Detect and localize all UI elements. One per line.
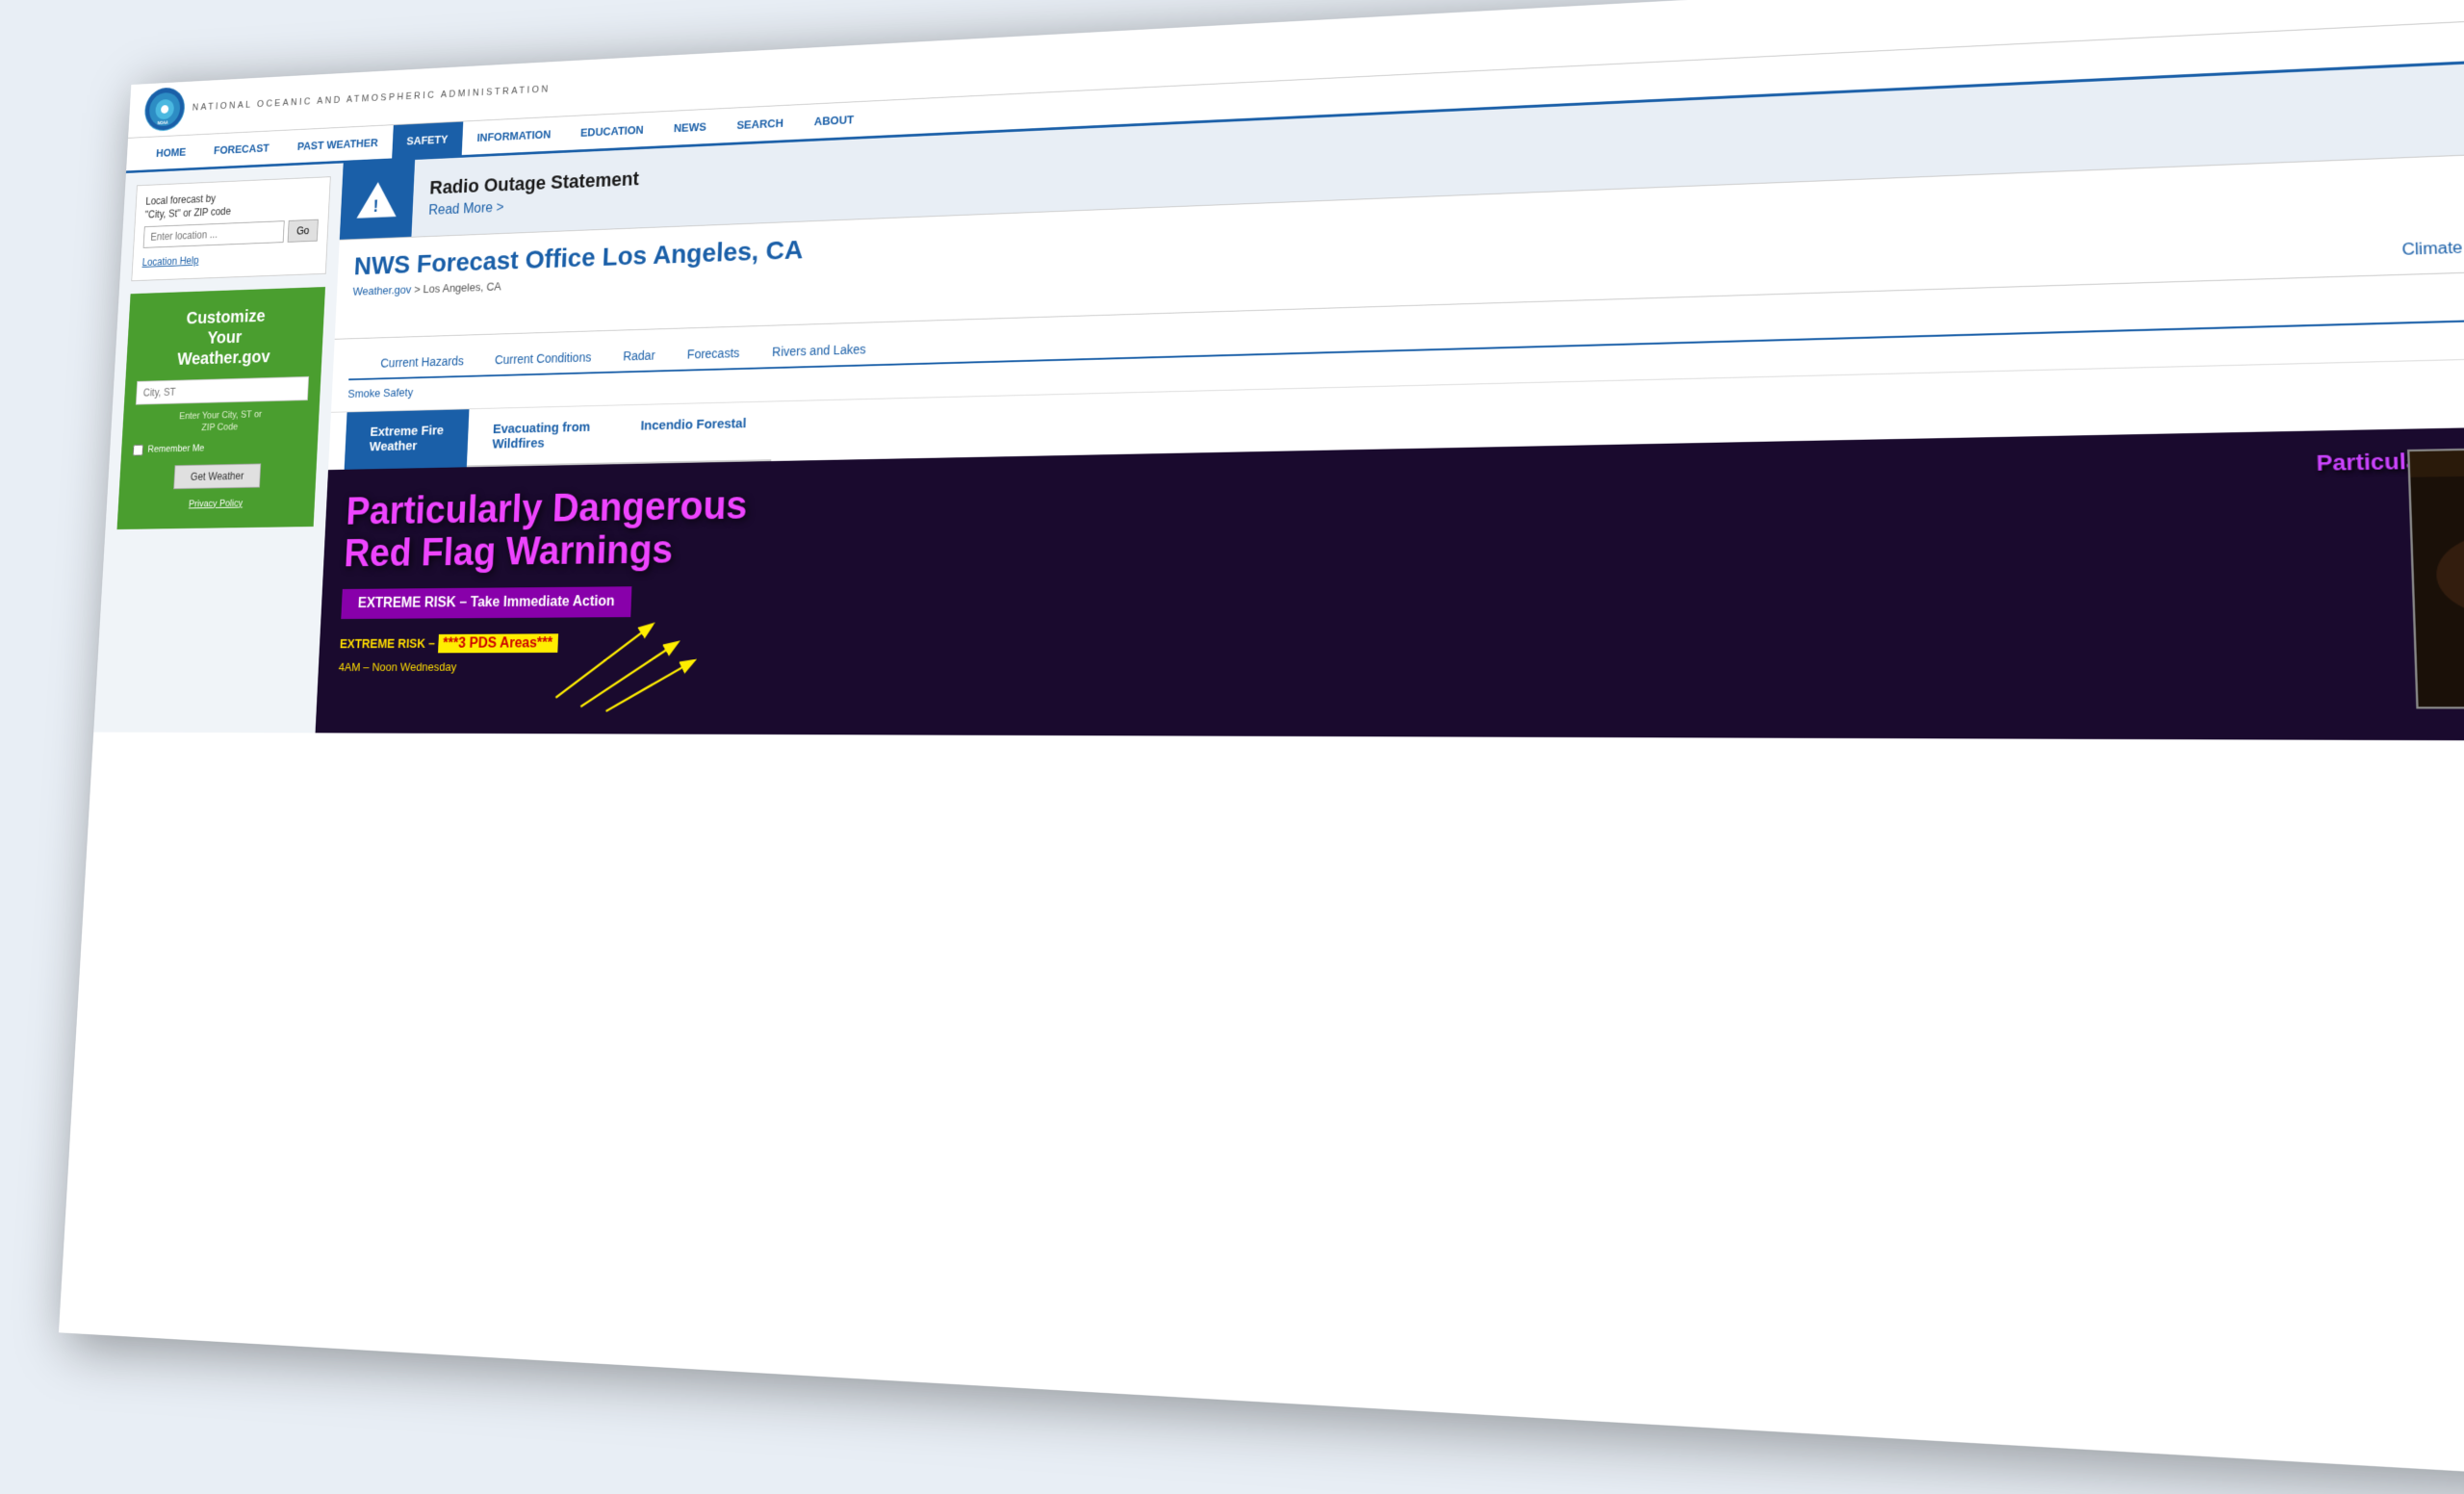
read-more-link[interactable]: Read More > <box>428 200 504 218</box>
noaa-title: NATIONAL OCEANIC AND ATMOSPHERIC ADMINIS… <box>192 84 550 113</box>
location-section: Local forecast by"City, St" or ZIP code … <box>131 176 330 281</box>
nav-information[interactable]: INFORMATION <box>461 116 566 155</box>
tab-extreme-fire[interactable]: Extreme FireWeather <box>344 409 469 470</box>
breadcrumb-location: Los Angeles, CA <box>423 280 501 296</box>
page-wrapper: NOAA NATIONAL OCEANIC AND ATMOSPHERIC AD… <box>59 0 2464 1494</box>
warning-title: Particularly DangerousRed Flag Warnings <box>343 468 1687 577</box>
nav-safety[interactable]: SAFETY <box>392 121 463 158</box>
customize-box: CustomizeYourWeather.gov Enter Your City… <box>116 287 325 529</box>
nav-about[interactable]: ABOUT <box>798 101 870 139</box>
tab-evacuating[interactable]: Evacuating fromWildfires <box>467 405 616 467</box>
breadcrumb-sep: > <box>414 282 424 296</box>
alert-icon-box: ! <box>340 160 415 240</box>
sidebar: Local forecast by"City, St" or ZIP code … <box>93 163 343 733</box>
alert-text-area: Radio Outage Statement Read More > <box>411 153 655 232</box>
tab-radar[interactable]: Radar <box>606 340 672 372</box>
customize-note: Enter Your City, ST orZIP Code <box>134 407 307 436</box>
location-input[interactable] <box>142 220 284 248</box>
go-button[interactable]: Go <box>287 219 318 243</box>
tab-climate[interactable]: Climate and Past Weather <box>2401 235 2464 267</box>
tab-rivers[interactable]: Rivers and Lakes <box>756 333 884 367</box>
nav-news[interactable]: NEWS <box>657 109 722 145</box>
alert-triangle-icon: ! <box>356 180 398 219</box>
tab-current-conditions[interactable]: Current Conditions <box>478 342 607 375</box>
pds-count: ***3 PDS Areas*** <box>438 633 558 653</box>
alert-title: Radio Outage Statement <box>429 167 639 199</box>
location-label: Local forecast by"City, St" or ZIP code <box>144 188 320 221</box>
location-help-link[interactable]: Location Help <box>141 254 198 268</box>
tab-incendio[interactable]: Incendio Forestal <box>614 401 773 464</box>
privacy-link[interactable]: Privacy Policy <box>189 498 243 509</box>
svg-text:!: ! <box>373 196 380 217</box>
customize-title: CustomizeYourWeather.gov <box>138 304 313 371</box>
svg-text:NOAA: NOAA <box>158 123 169 128</box>
noaa-logo: NOAA <box>143 87 186 132</box>
nav-forecast[interactable]: FORECAST <box>199 131 285 167</box>
tab-smoke-safety[interactable]: Smoke Safety <box>347 386 414 405</box>
location-input-row: Go <box>142 219 318 248</box>
nav-education[interactable]: EDUCATION <box>565 112 659 150</box>
tab-current-hazards[interactable]: Current Hazards <box>365 346 480 378</box>
nav-past-weather[interactable]: PAST WEATHER <box>282 125 393 164</box>
nav-search[interactable]: SEARCH <box>721 105 799 142</box>
tab-forecasts[interactable]: Forecasts <box>671 337 757 370</box>
city-input[interactable] <box>136 376 309 405</box>
arrow-graphic <box>547 606 721 716</box>
remember-checkbox[interactable] <box>133 445 143 456</box>
nav-home[interactable]: HOME <box>141 135 201 170</box>
breadcrumb-home[interactable]: Weather.gov <box>352 283 411 298</box>
remember-label: Remember Me <box>147 444 204 455</box>
remember-row: Remember Me <box>133 441 306 455</box>
get-weather-button[interactable]: Get Weather <box>173 463 261 489</box>
content-area: ! Radio Outage Statement Read More > NWS… <box>315 49 2464 741</box>
map-overlay: Ventura & Los Angeles Counties <box>2407 443 2464 709</box>
warning-area: Particularly Dangerous Situation (PDS) V… <box>315 422 2464 742</box>
map-background: Ventura & Los Angeles Counties <box>2409 445 2464 707</box>
